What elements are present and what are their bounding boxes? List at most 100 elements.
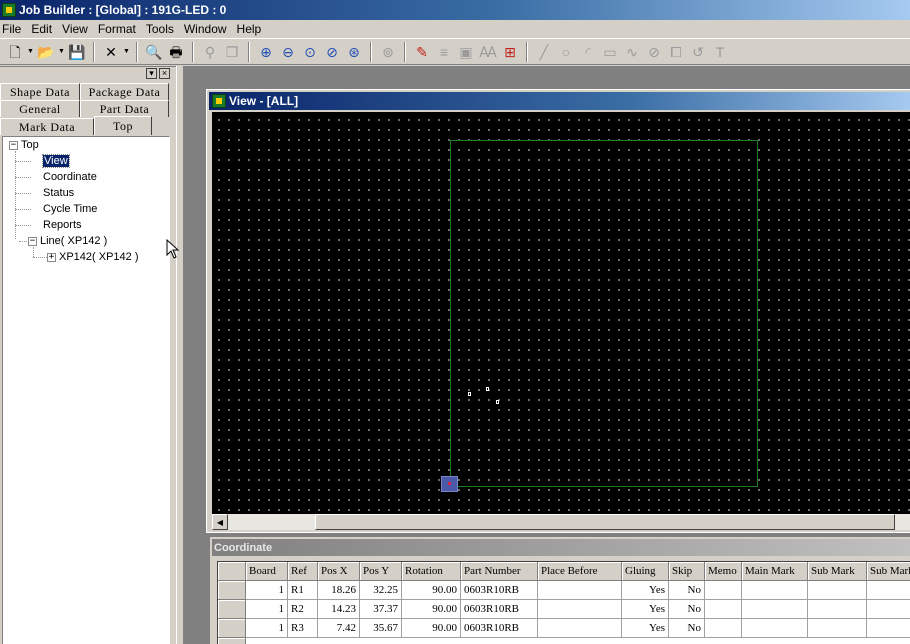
cell-skip[interactable]: No xyxy=(669,619,705,638)
zoom-all-icon[interactable]: ⊛ xyxy=(343,41,365,63)
tree-node-top[interactable]: − Top xyxy=(9,137,39,153)
col-header-ref[interactable]: Ref xyxy=(288,562,318,581)
part-mark-r2[interactable] xyxy=(486,387,489,391)
cell-pos-x[interactable]: 14.23 xyxy=(318,600,360,619)
tree-label-line[interactable]: Line( XP142 ) xyxy=(40,235,107,247)
cell-sub-mark-2[interactable] xyxy=(867,581,910,600)
part-mark-r1[interactable] xyxy=(496,400,499,404)
part-mark-r3[interactable] xyxy=(468,392,471,396)
grid-icon[interactable]: ⊞ xyxy=(499,41,521,63)
cell-gluing[interactable]: Yes xyxy=(622,619,669,638)
panel-splitter[interactable] xyxy=(176,66,184,644)
menu-file[interactable]: File xyxy=(0,22,28,36)
tree-label-cycle-time[interactable]: Cycle Time xyxy=(43,203,97,215)
col-header-part-number[interactable]: Part Number xyxy=(461,562,538,581)
cell-rotation[interactable]: 90.00 xyxy=(402,600,461,619)
arc-tool-icon[interactable]: ◜ xyxy=(577,41,599,63)
menu-window[interactable]: Window xyxy=(183,22,234,36)
menu-tools[interactable]: Tools xyxy=(145,22,181,36)
expand-icon[interactable]: + xyxy=(47,252,56,262)
scroll-left-arrow-icon[interactable]: ◀ xyxy=(212,514,228,530)
tree-label-coordinate[interactable]: Coordinate xyxy=(43,171,97,183)
tree-node-cycle-time[interactable]: Cycle Time xyxy=(43,201,97,217)
cell-memo[interactable] xyxy=(705,581,742,600)
text-style-icon[interactable]: Ꜳ xyxy=(477,41,499,63)
circle-tool-icon[interactable]: ○ xyxy=(555,41,577,63)
frame-tool-icon[interactable]: ⧠ xyxy=(665,41,687,63)
line-tool-icon[interactable]: ╱ xyxy=(533,41,555,63)
cell-rotation[interactable]: 90.00 xyxy=(402,581,461,600)
delete-icon[interactable]: ✕ xyxy=(100,41,122,63)
grid-corner[interactable] xyxy=(218,562,246,581)
tree-label-view[interactable]: View xyxy=(42,154,70,168)
menu-format[interactable]: Format xyxy=(97,22,143,36)
cell-pos-y[interactable]: 32.25 xyxy=(360,581,402,600)
table-row[interactable]: 1 R3 7.42 35.67 90.00 0603R10RB Yes No xyxy=(218,619,910,638)
text-tool-icon[interactable]: T xyxy=(709,41,731,63)
zoom-in-icon[interactable]: ⊕ xyxy=(255,41,277,63)
cell-sub-mark-2[interactable] xyxy=(867,619,910,638)
cell-gluing[interactable]: Yes xyxy=(622,600,669,619)
cell-main-mark[interactable] xyxy=(742,581,808,600)
open-dropdown-arrow[interactable]: ▼ xyxy=(57,41,66,63)
tree-node-coordinate[interactable]: Coordinate xyxy=(43,169,97,185)
tab-general[interactable]: General xyxy=(0,100,80,117)
panel-close-icon[interactable]: × xyxy=(159,68,170,79)
cell-ref[interactable]: R2 xyxy=(288,600,318,619)
collapse-icon[interactable]: − xyxy=(28,236,37,246)
row-header[interactable] xyxy=(218,600,246,619)
polygon-tool-icon[interactable]: ⊘ xyxy=(643,41,665,63)
tree-node-reports[interactable]: Reports xyxy=(43,217,82,233)
app-titlebar[interactable]: Job Builder : [Global] : 191G-LED : 0 xyxy=(0,0,910,20)
rotate-tool-icon[interactable]: ↺ xyxy=(687,41,709,63)
row-header[interactable] xyxy=(218,581,246,600)
cell-sub-mark[interactable] xyxy=(808,619,867,638)
tab-top[interactable]: Top xyxy=(94,116,152,135)
scroll-thumb[interactable] xyxy=(315,514,895,530)
row-header[interactable] xyxy=(218,619,246,638)
cell-memo[interactable] xyxy=(705,619,742,638)
save-icon[interactable]: 💾 xyxy=(66,41,88,63)
collapse-icon[interactable]: − xyxy=(9,140,18,150)
find-icon[interactable]: ⚲ xyxy=(199,41,221,63)
cell-pos-y[interactable]: 35.67 xyxy=(360,619,402,638)
zoom-previous-icon[interactable]: ⊚ xyxy=(377,41,399,63)
curve-tool-icon[interactable]: ∿ xyxy=(621,41,643,63)
cell-board[interactable]: 1 xyxy=(246,619,288,638)
cell-board[interactable]: 1 xyxy=(246,600,288,619)
menu-view[interactable]: View xyxy=(61,22,95,36)
cell-ref[interactable]: R3 xyxy=(288,619,318,638)
tree-node-machine[interactable]: + XP142( XP142 ) xyxy=(47,249,139,265)
print-preview-icon[interactable]: 🔍 xyxy=(143,41,165,63)
col-header-gluing[interactable]: Gluing xyxy=(622,562,669,581)
cell-pos-x[interactable]: 7.42 xyxy=(318,619,360,638)
cell-place-before[interactable] xyxy=(538,619,622,638)
cell-main-mark[interactable] xyxy=(742,600,808,619)
cell-sub-mark[interactable] xyxy=(808,581,867,600)
menu-help[interactable]: Help xyxy=(236,22,269,36)
col-header-pos-y[interactable]: Pos Y xyxy=(360,562,402,581)
cell-part-number[interactable]: 0603R10RB xyxy=(461,619,538,638)
cell-sub-mark[interactable] xyxy=(808,600,867,619)
cell-memo[interactable] xyxy=(705,600,742,619)
board-canvas[interactable] xyxy=(212,112,910,514)
cell-part-number[interactable]: 0603R10RB xyxy=(461,600,538,619)
tree-node-status[interactable]: Status xyxy=(43,185,74,201)
new-dropdown-arrow[interactable]: ▼ xyxy=(26,41,35,63)
table-row[interactable]: 1 R1 18.26 32.25 90.00 0603R10RB Yes No xyxy=(218,581,910,600)
new-file-icon[interactable]: 🗋 xyxy=(4,41,26,63)
tree-node-view[interactable]: View xyxy=(42,153,70,169)
tree-node-line[interactable]: − Line( XP142 ) xyxy=(28,233,107,249)
rectangle-tool-icon[interactable]: ▭ xyxy=(599,41,621,63)
col-header-skip[interactable]: Skip xyxy=(669,562,705,581)
tree-label-machine[interactable]: XP142( XP142 ) xyxy=(59,251,139,263)
tab-part-data[interactable]: Part Data xyxy=(80,100,169,117)
tree-label-top[interactable]: Top xyxy=(21,139,39,151)
cell-place-before[interactable] xyxy=(538,600,622,619)
row-header[interactable] xyxy=(218,638,246,644)
view-horizontal-scrollbar[interactable]: ◀ xyxy=(212,514,910,530)
tab-shape-data[interactable]: Shape Data xyxy=(0,83,80,100)
zoom-out-icon[interactable]: ⊖ xyxy=(277,41,299,63)
cell-main-mark[interactable] xyxy=(742,619,808,638)
col-header-place-before[interactable]: Place Before xyxy=(538,562,622,581)
